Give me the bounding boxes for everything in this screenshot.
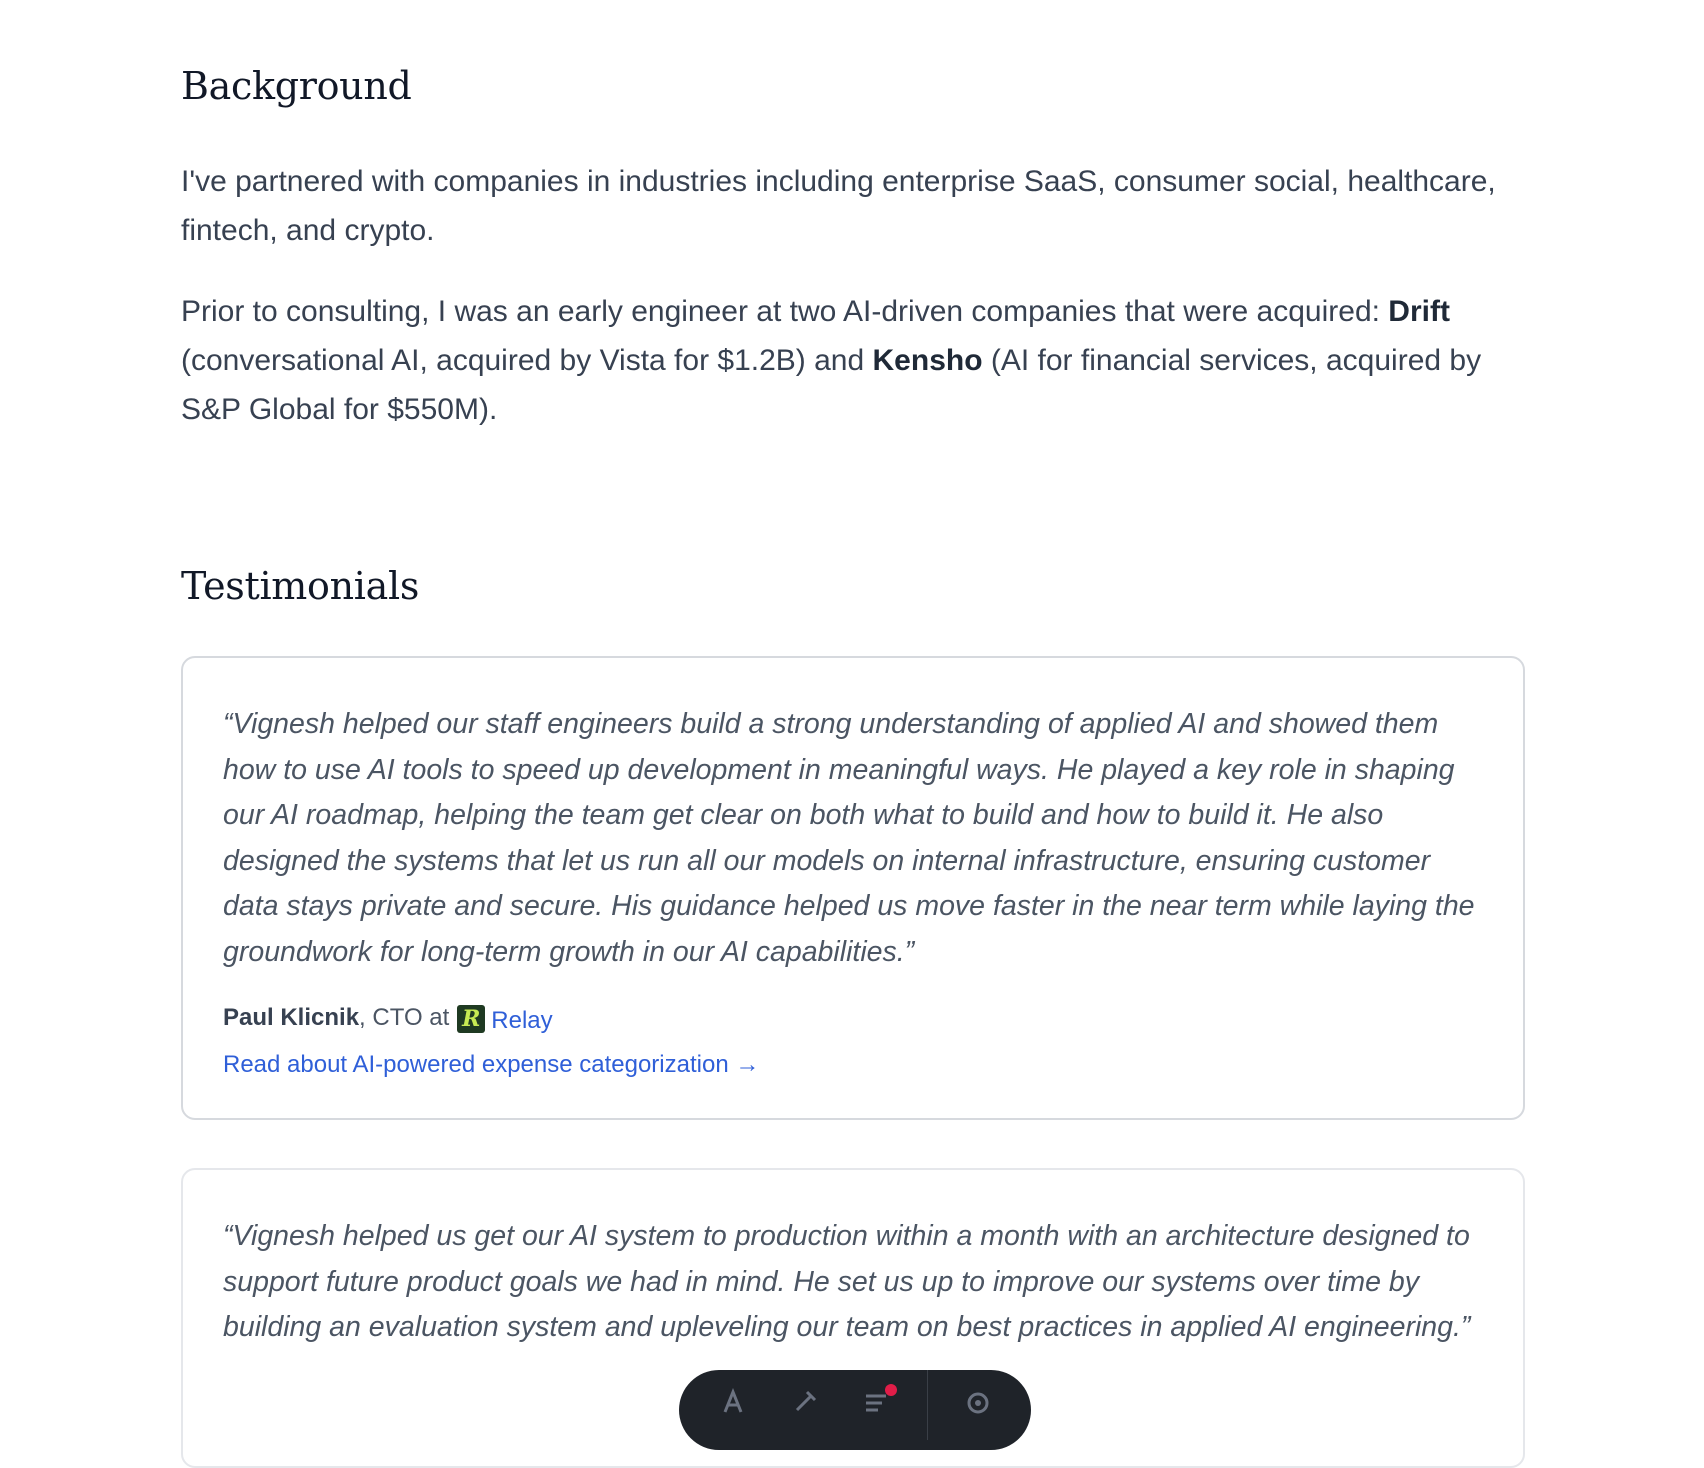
testimonials-heading: Testimonials xyxy=(181,564,420,608)
case-study-link[interactable]: Read about AI-powered expense categoriza… xyxy=(223,1051,759,1079)
company-link-relay[interactable]: Relay xyxy=(491,1007,552,1035)
kensho-company: Kensho xyxy=(872,344,983,377)
text-tool-icon[interactable] xyxy=(697,1387,769,1428)
testimonial-attribution: Paul Klicnik , CTO at R Relay xyxy=(223,1004,553,1035)
background-paragraph-industries: I've partnered with companies in industr… xyxy=(181,165,1496,247)
experience-text: Prior to consulting, I was an early engi… xyxy=(181,295,1389,328)
notification-dot xyxy=(885,1384,897,1396)
experience-text: (conversational AI, acquired by Vista fo… xyxy=(181,344,873,377)
background-paragraph-experience: Prior to consulting, I was an early engi… xyxy=(181,287,1525,434)
comments-icon[interactable] xyxy=(841,1384,913,1428)
testimonial-author-role: , CTO at xyxy=(359,1004,450,1031)
background-heading: Background xyxy=(181,64,412,108)
relay-logo-icon: R xyxy=(457,1005,486,1033)
pen-tool-icon[interactable] xyxy=(769,1388,841,1428)
floating-toolbar xyxy=(679,1370,1031,1450)
toolbar-divider xyxy=(927,1370,928,1440)
settings-icon[interactable] xyxy=(942,1388,1014,1428)
testimonial-quote: “Vignesh helped our staff engineers buil… xyxy=(223,708,1475,968)
testimonial-card: “Vignesh helped our staff engineers buil… xyxy=(181,656,1525,1120)
testimonial-quote: “Vignesh helped us get our AI system to … xyxy=(223,1220,1471,1344)
relay-logo-letter: R xyxy=(462,1006,481,1032)
testimonial-author-name: Paul Klicnik xyxy=(223,1004,360,1031)
drift-company: Drift xyxy=(1388,295,1450,328)
